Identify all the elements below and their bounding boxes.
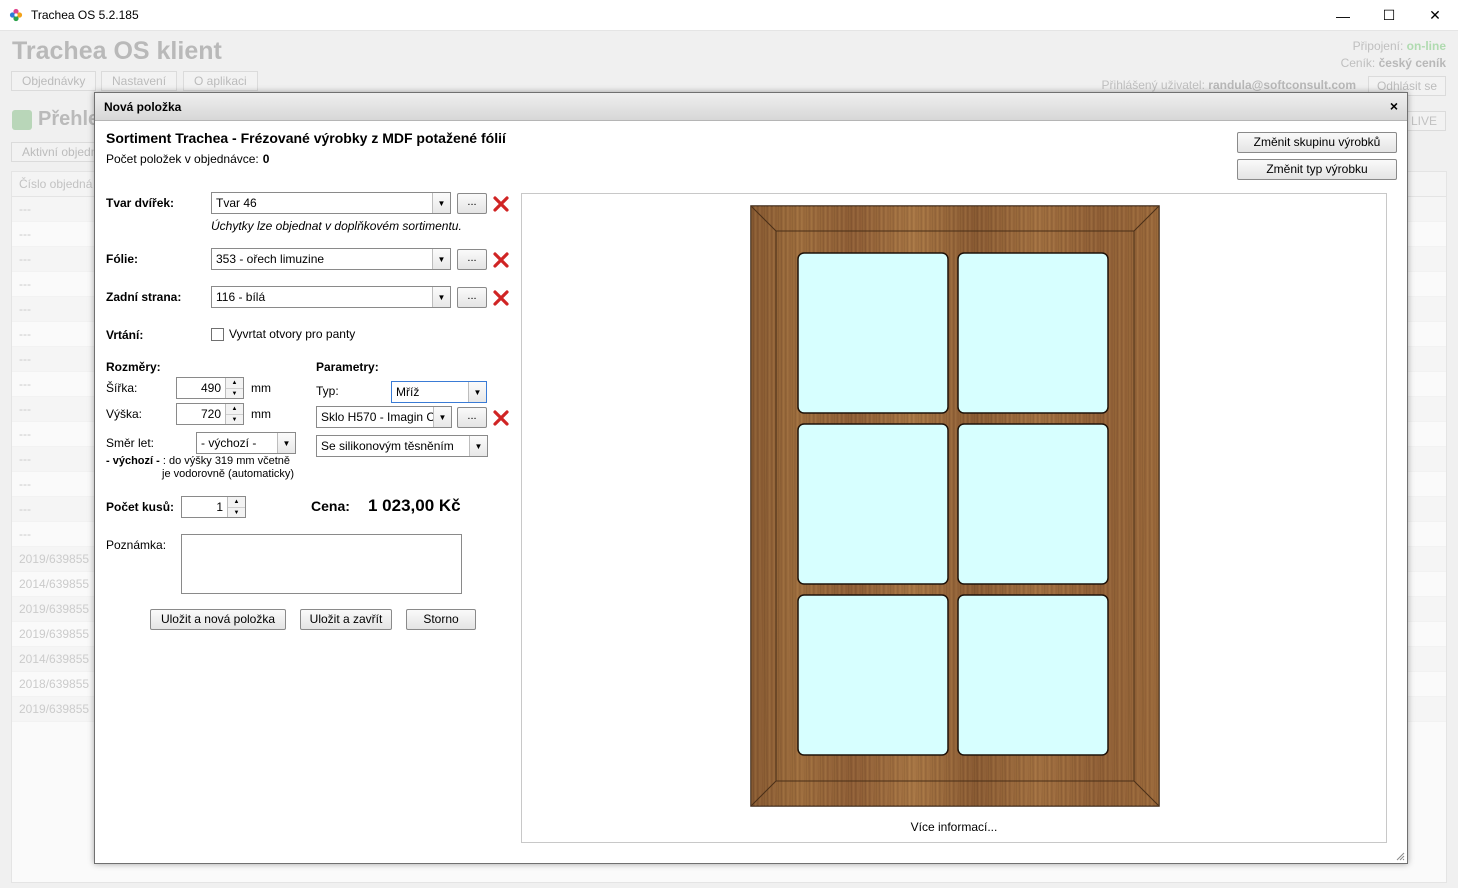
price-value: 1 023,00 Kč: [368, 496, 461, 515]
delete-glass-icon[interactable]: [492, 409, 510, 427]
new-item-dialog: Nová položka × Sortiment Trachea - Frézo…: [94, 92, 1408, 864]
chevron-down-icon: ▼: [277, 433, 295, 453]
step-down-icon[interactable]: ▼: [228, 507, 245, 517]
save-and-close-button[interactable]: Uložit a zavřít: [300, 609, 392, 630]
door-preview-panel: Více informací...: [521, 193, 1387, 843]
pieces-stepper[interactable]: 1 ▲ ▼: [181, 496, 246, 518]
drill-hinges-checkbox[interactable]: [211, 328, 224, 341]
grain-note: - výchozí - : do výšky 319 mm včetně: [106, 455, 291, 467]
width-label: Šířka:: [106, 381, 138, 395]
delete-foil-icon[interactable]: [492, 251, 510, 269]
door-preview-image: [750, 205, 1160, 807]
grain-note-line2: je vodorovně (automaticky): [162, 468, 295, 480]
glass-pane: [957, 252, 1109, 414]
chevron-down-icon: ▼: [433, 407, 451, 427]
foil-label: Fólie:: [106, 252, 138, 266]
os-titlebar: Trachea OS 5.2.185 — ☐ ✕: [0, 0, 1458, 31]
note-label: Poznámka:: [106, 538, 167, 552]
count-label: Počet položek v objednávce:: [106, 152, 259, 166]
door-shape-value: Tvar 46: [216, 196, 257, 210]
close-window-button[interactable]: ✕: [1412, 0, 1458, 31]
glass-pane: [797, 252, 949, 414]
dialog-titlebar: Nová položka ×: [95, 93, 1407, 121]
order-item-count: Počet položek v objednávce: 0: [106, 152, 269, 166]
window-title: Trachea OS 5.2.185: [31, 8, 139, 22]
door-shape-label: Tvar dvířek:: [106, 196, 175, 210]
glass-value: Sklo H570 - Imagin C: [321, 410, 436, 424]
chevron-down-icon: ▼: [468, 382, 486, 402]
step-down-icon[interactable]: ▼: [226, 388, 243, 398]
resize-grip-icon[interactable]: [1395, 851, 1405, 861]
height-label: Výška:: [106, 407, 143, 421]
width-unit: mm: [251, 381, 271, 395]
back-side-select[interactable]: 116 - bílá ▼: [211, 286, 451, 308]
grain-note-default: - výchozí -: [106, 455, 160, 467]
handles-hint: Úchytky lze objednat v doplňkovém sortim…: [211, 219, 462, 233]
seal-select[interactable]: Se silikonovým těsněním ▼: [316, 435, 488, 457]
height-value: 720: [200, 407, 221, 421]
chevron-down-icon: ▼: [432, 249, 450, 269]
change-type-button[interactable]: Změnit typ výrobku: [1237, 159, 1397, 180]
seal-value: Se silikonovým těsněním: [321, 439, 454, 453]
foil-value: 353 - ořech limuzine: [216, 252, 325, 266]
chevron-down-icon: ▼: [432, 287, 450, 307]
back-side-browse-button[interactable]: ...: [457, 287, 487, 308]
step-up-icon[interactable]: ▲: [226, 404, 243, 414]
glass-pane: [797, 594, 949, 756]
chevron-down-icon: ▼: [469, 436, 487, 456]
grain-direction-select[interactable]: - výchozí - ▼: [196, 432, 296, 454]
pieces-label: Počet kusů:: [106, 500, 175, 514]
back-side-value: 116 - bílá: [216, 290, 266, 304]
change-group-button[interactable]: Změnit skupinu výrobků: [1237, 132, 1397, 153]
step-up-icon[interactable]: ▲: [228, 497, 245, 507]
glass-pane: [957, 594, 1109, 756]
chevron-down-icon: ▼: [432, 193, 450, 213]
width-stepper[interactable]: 490 ▲ ▼: [176, 377, 244, 399]
delete-door-shape-icon[interactable]: [492, 195, 510, 213]
glass-select[interactable]: Sklo H570 - Imagin C ▼: [316, 406, 452, 428]
save-and-new-button[interactable]: Uložit a nová položka: [150, 609, 286, 630]
count-value: 0: [262, 152, 270, 166]
maximize-button[interactable]: ☐: [1366, 0, 1412, 31]
type-select[interactable]: Mříž ▼: [391, 381, 487, 403]
door-shape-browse-button[interactable]: ...: [457, 193, 487, 214]
minimize-button[interactable]: —: [1320, 0, 1366, 31]
dimensions-label: Rozměry:: [106, 360, 161, 374]
price-label: Cena:: [311, 498, 350, 514]
foil-browse-button[interactable]: ...: [457, 249, 487, 270]
step-down-icon[interactable]: ▼: [226, 414, 243, 424]
parameters-label: Parametry:: [316, 360, 379, 374]
glass-pane: [797, 423, 949, 585]
glass-pane: [957, 423, 1109, 585]
door-shape-select[interactable]: Tvar 46 ▼: [211, 192, 451, 214]
drill-hinges-label[interactable]: Vyvrtat otvory pro panty: [229, 327, 355, 341]
cancel-button[interactable]: Storno: [406, 609, 476, 630]
step-up-icon[interactable]: ▲: [226, 378, 243, 388]
more-info-link[interactable]: Více informací...: [522, 820, 1386, 834]
glass-browse-button[interactable]: ...: [457, 407, 487, 428]
dialog-title: Nová položka: [104, 100, 182, 114]
height-stepper[interactable]: 720 ▲ ▼: [176, 403, 244, 425]
back-side-label: Zadní strana:: [106, 290, 182, 304]
pieces-value: 1: [216, 500, 223, 514]
drilling-label: Vrtání:: [106, 328, 144, 342]
height-unit: mm: [251, 407, 271, 421]
assortment-heading: Sortiment Trachea - Frézované výrobky z …: [106, 130, 506, 146]
type-label: Typ:: [316, 384, 339, 398]
width-value: 490: [200, 381, 221, 395]
foil-select[interactable]: 353 - ořech limuzine ▼: [211, 248, 451, 270]
grain-direction-label: Směr let:: [106, 436, 155, 450]
dialog-close-icon[interactable]: ×: [1390, 98, 1398, 114]
delete-back-side-icon[interactable]: [492, 289, 510, 307]
note-textarea[interactable]: [181, 534, 462, 594]
app-logo-icon: [9, 8, 23, 22]
